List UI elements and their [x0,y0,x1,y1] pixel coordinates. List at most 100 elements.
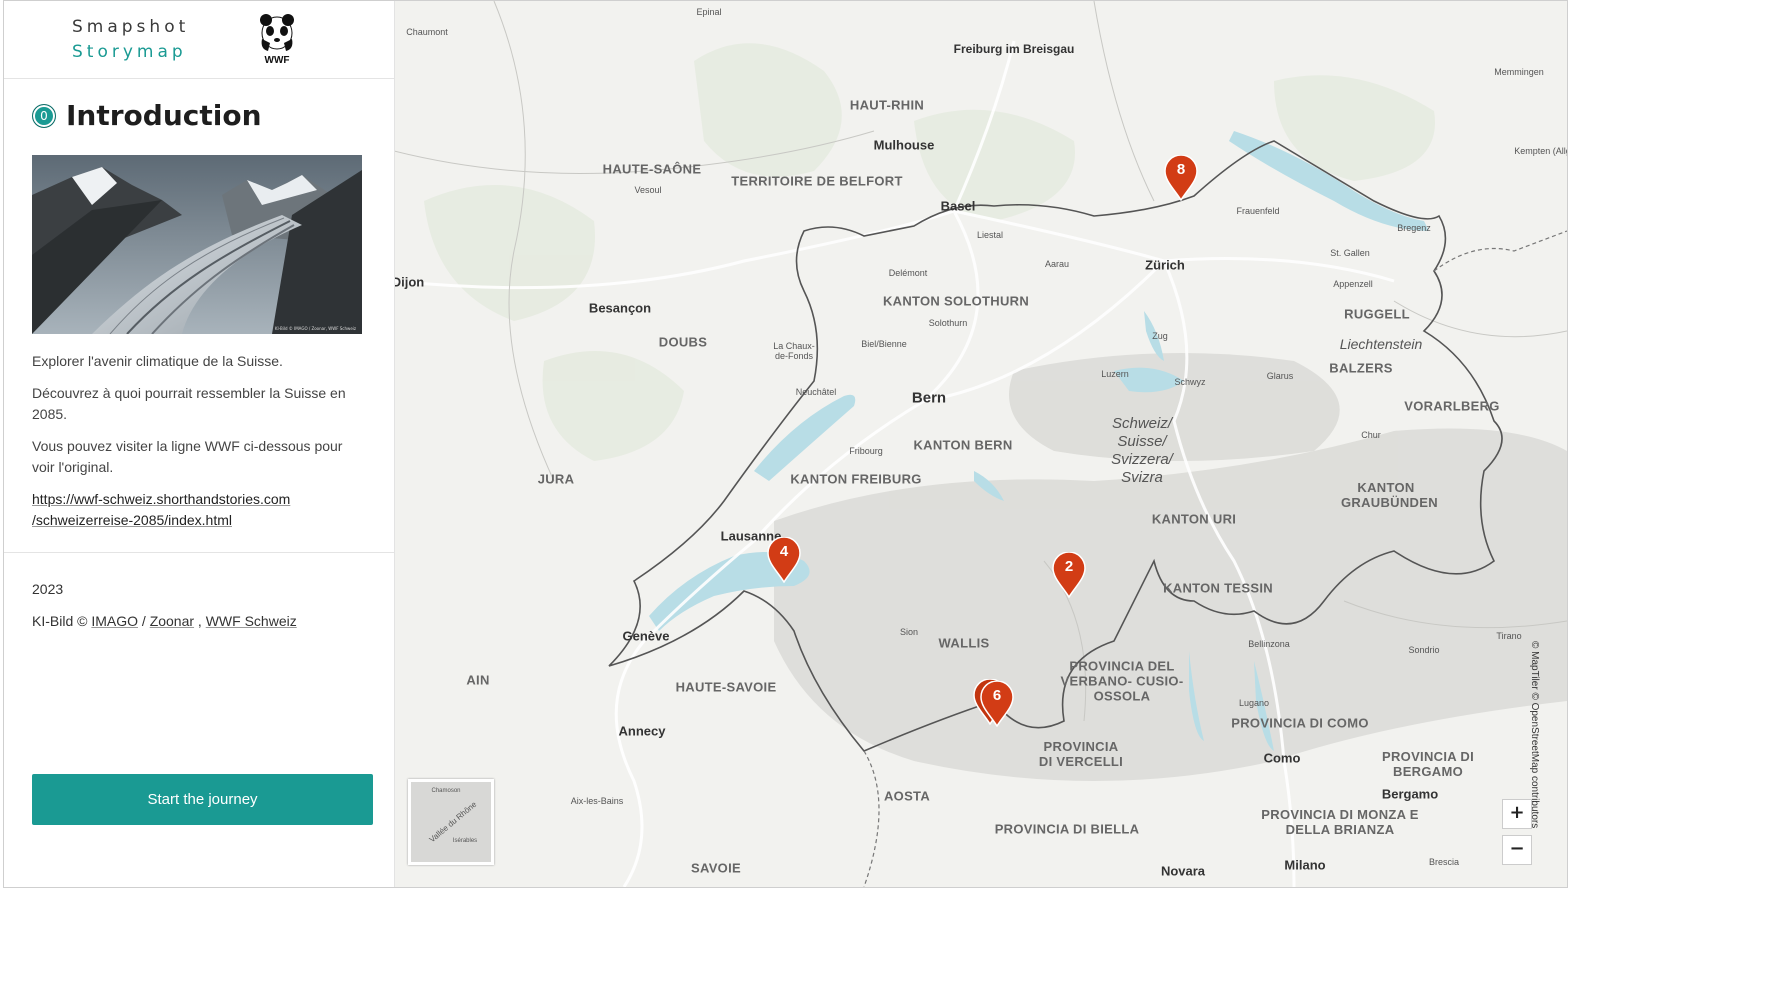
story-marker-4[interactable]: 4 [767,537,801,583]
map-canvas[interactable]: Epinal Chaumont Freiburg im Breisgau HAU… [391,1,1567,887]
map-label-chur: Chur [1361,430,1381,440]
map-label-basel: Basel [940,198,976,214]
map-label-doubs: DOUBS [658,334,708,350]
chapter-number-badge: 0 [32,103,56,128]
zoom-in-button[interactable]: + [1502,799,1532,829]
map-label-haute-saone: HAUTE-SAÔNE [602,161,702,177]
image-credit: KI-Bild © IMAGO / Zoonar , WWF Schweiz [32,613,297,629]
map-label-kanton-bern: KANTON BERN [913,437,1013,453]
marker-number: 4 [779,543,789,560]
map-label-sondrio: Sondrio [1408,645,1440,655]
sidebar-divider [4,552,394,553]
marker-number: 2 [1064,558,1074,575]
map-label-zug: Zug [1152,331,1168,341]
map-label-delemont: Delémont [888,268,928,278]
map-label-savoie: SAVOIE [691,860,741,876]
map-label-besancon: Besançon [588,300,652,316]
map-label-kanton-freiburg: KANTON FREIBURG [790,471,922,487]
start-journey-button[interactable]: Start the journey [32,774,373,825]
map-label-ain: AIN [466,672,490,688]
map-label-la-chaux: La Chaux-de-Fonds [773,341,815,361]
map-label-brescia: Brescia [1428,857,1460,867]
chapter-heading: 0 Introduction [32,99,262,132]
map-label-vorarlberg: VORARLBERG [1404,398,1500,414]
map-label-jura: JURA [537,471,575,487]
map-label-liechtenstein: Liechtenstein [1339,336,1423,352]
map-label-bellinzona: Bellinzona [1248,639,1290,649]
story-marker-8[interactable]: 8 [1164,155,1198,201]
map-label-st-gallen: St. Gallen [1330,248,1370,258]
map-label-milano: Milano [1284,857,1326,873]
brand-title-line2: Storymap [72,42,187,62]
map-label-liestal: Liestal [976,230,1004,240]
map-label-memmingen: Memmingen [1494,67,1544,77]
map-label-mulhouse: Mulhouse [873,137,935,153]
map-label-bergamo: Bergamo [1381,786,1439,802]
map-label-annecy: Annecy [618,723,666,739]
story-marker-2[interactable]: 2 [1052,552,1086,598]
map-label-glarus: Glarus [1266,371,1294,381]
credit-separator: / [138,613,150,629]
brand-header: Smapshot Storymap WWF [4,1,394,79]
map-label-chaumont: Chaumont [406,27,448,37]
map-label-kanton-uri: KANTON URI [1151,511,1237,527]
map-label-wallis: WALLIS [938,635,990,651]
map-label-luzern: Luzern [1101,369,1129,379]
map-label-sion: Sion [899,627,919,637]
intro-paragraph-2: Découvrez à quoi pourrait ressembler la … [32,385,346,422]
map-label-como: Como [1263,750,1301,766]
map-label-ruggell: RUGGELL [1344,306,1410,322]
map-label-frauenfeld: Frauenfeld [1236,206,1280,216]
story-marker-6[interactable]: 6 [980,681,1014,727]
map-label-lugano: Lugano [1238,698,1270,708]
map-label-graubunden: KANTON GRAUBÜNDEN [1341,480,1438,510]
map-label-verbano: PROVINCIA DEL VERBANO- CUSIO-OSSOLA [1060,658,1184,704]
map-label-territoire: TERRITOIRE DE BELFORT [731,173,903,189]
hero-image-credit: KI-Bild © IMAGO / Zoonar, WWF Schweiz [274,326,356,331]
map-label-haut-rhin: HAUT-RHIN [849,97,925,113]
minimap-thumbnail[interactable]: Chamoson Vallée du Rhône Isérables [408,779,494,865]
map-label-freiburg: Freiburg im Breisgau [953,42,1075,56]
map-label-biel: Biel/Bienne [861,339,907,349]
credit-wwf-link[interactable]: WWF Schweiz [206,613,297,629]
map-label-kanton-solothurn: KANTON SOLOTHURN [882,293,1030,309]
map-label-zurich: Zürich [1145,257,1185,273]
credit-prefix: KI-Bild © [32,613,92,629]
map-label-vercelli: PROVINCIA DI VERCELLI [1038,739,1124,769]
source-link-line2[interactable]: /schweizerreise-2085/index.html [32,512,232,528]
story-year: 2023 [32,581,64,597]
map-label-geneve: Genève [622,628,670,644]
credit-imago-link[interactable]: IMAGO [91,613,138,629]
map-label-dijon: Dijon [391,274,425,290]
chapter-title: Introduction [66,99,262,132]
credit-comma: , [194,613,206,629]
map-label-haute-savoie: HAUTE-SAVOIE [675,679,777,695]
map-label-aarau: Aarau [1044,259,1070,269]
minimap-label-iserables: Isérables [452,838,478,844]
map-attribution[interactable]: © MapTiler © OpenStreetMap contributors [1529,641,1540,828]
source-link[interactable]: https://wwf-schweiz.shorthandstories.com… [32,489,362,531]
map-label-kanton-tessin: KANTON TESSIN [1163,580,1273,596]
intro-paragraph-3: Vous pouvez visiter la ligne WWF ci-dess… [32,438,343,475]
map-label-aosta: AOSTA [883,788,931,804]
brand-title-line1: Smapshot [72,17,190,37]
map-label-switzerland: Schweiz/ Suisse/ Svizzera/ Svizra [1111,415,1173,486]
zoom-out-button[interactable]: − [1502,835,1532,865]
map-label-bregenz: Bregenz [1397,223,1431,233]
map-label-monza: PROVINCIA DI MONZA E DELLA BRIANZA [1261,807,1419,837]
map-label-vesoul: Vesoul [634,185,662,195]
map-label-bergamo-provincia: PROVINCIA DI BERGAMO [1382,749,1474,779]
map-label-como-provincia: PROVINCIA DI COMO [1231,715,1369,731]
minimap-label-chamoson: Chamoson [431,788,461,794]
map-label-solothurn: Solothurn [928,318,968,328]
map-label-novara: Novara [1160,863,1206,879]
source-link-line1[interactable]: https://wwf-schweiz.shorthandstories.com [32,491,290,507]
intro-paragraph-1: Explorer l'avenir climatique de la Suiss… [32,353,283,369]
glacier-hero-image: KI-Bild © IMAGO / Zoonar, WWF Schweiz [32,155,362,334]
map-label-neuchatel: Neuchâtel [795,387,837,397]
marker-number: 8 [1176,161,1186,178]
credit-zoonar-link[interactable]: Zoonar [150,613,194,629]
map-label-aix: Aix-les-Bains [570,796,624,806]
map-label-kempten: Kempten (Allgäu) [1514,146,1567,156]
marker-number: 6 [992,687,1002,704]
